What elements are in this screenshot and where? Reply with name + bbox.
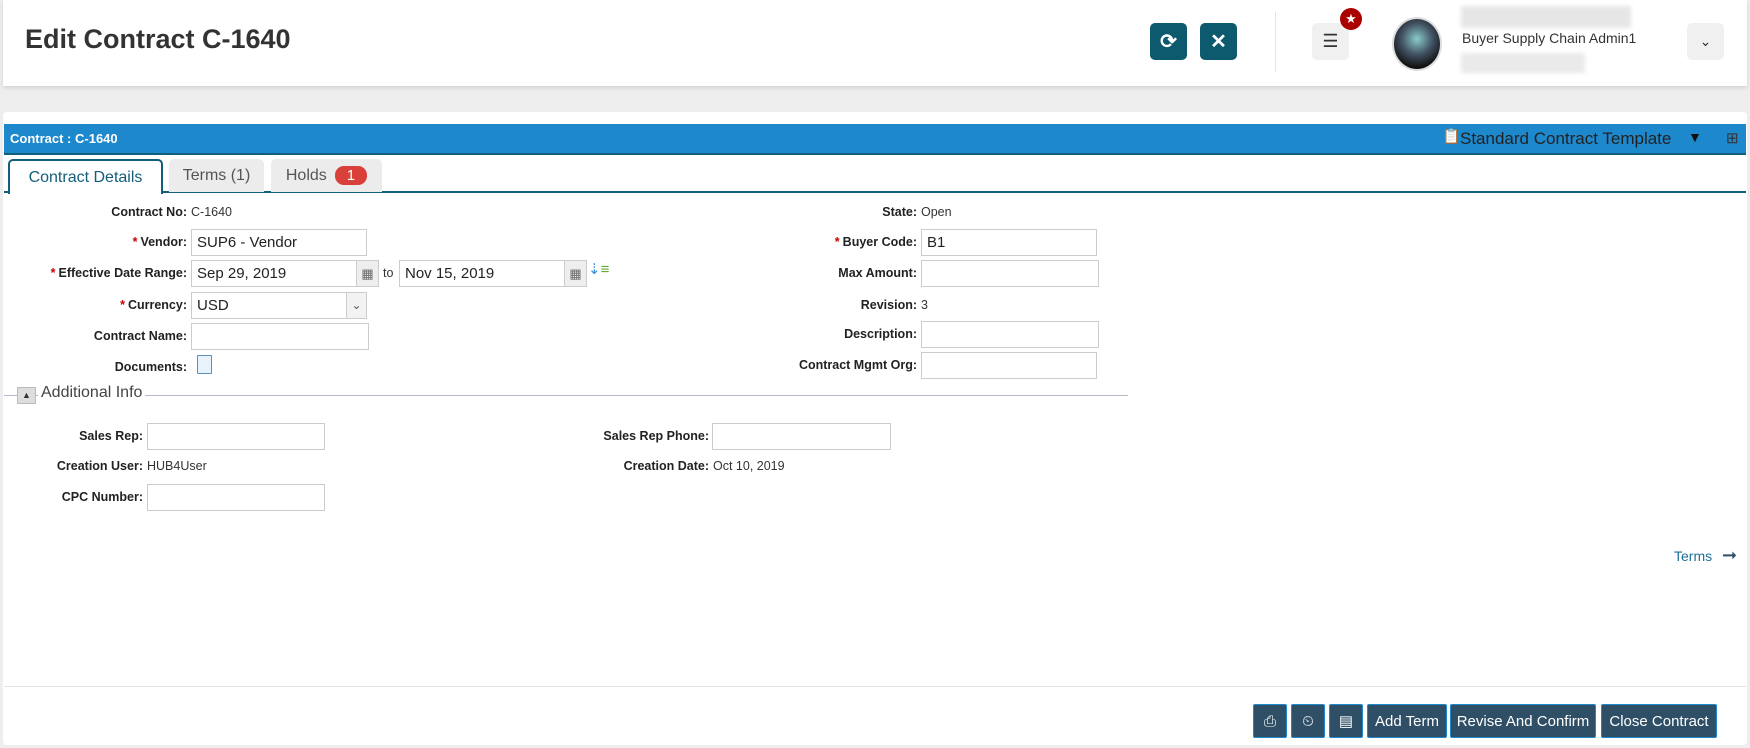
effective-date-label: * Effective Date Range: bbox=[50, 266, 187, 280]
max-amount-input[interactable] bbox=[921, 260, 1099, 287]
hierarchy-icon[interactable]: ⊞ bbox=[1726, 129, 1739, 147]
currency-select[interactable]: USD ⌄ bbox=[191, 292, 367, 319]
archive-icon: ▤ bbox=[1338, 713, 1354, 730]
tab-contract-details[interactable]: Contract Details bbox=[8, 159, 163, 194]
arrow-right-icon: ➞ bbox=[1722, 545, 1738, 565]
tab-underline bbox=[4, 191, 1746, 193]
collapse-toggle-icon[interactable]: ▲ bbox=[17, 387, 36, 404]
template-selector[interactable]: Standard Contract Template bbox=[1460, 129, 1671, 149]
refresh-icon: ⟳ bbox=[1160, 31, 1177, 53]
refresh-button[interactable]: ⟳ bbox=[1150, 23, 1187, 60]
contract-name-label: Contract Name: bbox=[93, 329, 187, 343]
chevron-down-icon: ⌄ bbox=[1699, 33, 1712, 49]
contract-no-label: Contract No: bbox=[111, 205, 187, 219]
start-date-input[interactable]: Sep 29, 2019 bbox=[191, 260, 357, 287]
document-attachment-icon[interactable] bbox=[197, 355, 212, 374]
user-menu-dropdown[interactable]: ⌄ bbox=[1687, 23, 1724, 60]
print-button[interactable]: ⎙ bbox=[1253, 704, 1287, 738]
description-input[interactable] bbox=[921, 321, 1099, 348]
buyer-code-label: * Buyer Code: bbox=[834, 235, 917, 249]
cpc-number-label: CPC Number: bbox=[61, 490, 143, 504]
mgmt-org-input[interactable] bbox=[921, 352, 1097, 379]
documents-label: Documents: bbox=[114, 360, 187, 374]
creation-date-label: Creation Date: bbox=[623, 459, 709, 473]
creation-date-value: Oct 10, 2019 bbox=[713, 459, 785, 473]
print-icon: ⎙ bbox=[1263, 712, 1276, 730]
section-divider bbox=[4, 395, 1128, 396]
tab-terms[interactable]: Terms (1) bbox=[169, 159, 264, 192]
vendor-input[interactable]: SUP6 - Vendor bbox=[191, 229, 367, 256]
history-icon: ⏲ bbox=[1302, 712, 1314, 730]
add-term-button[interactable]: Add Term bbox=[1367, 704, 1447, 738]
creation-user-value: HUB4User bbox=[147, 459, 207, 473]
mgmt-org-label: Contract Mgmt Org: bbox=[798, 358, 917, 372]
revision-label: Revision: bbox=[860, 298, 917, 312]
end-date-input[interactable]: Nov 15, 2019 bbox=[399, 260, 565, 287]
panel-title: Contract : C-1640 bbox=[10, 131, 118, 146]
caret-down-icon[interactable]: ▼ bbox=[1688, 129, 1702, 145]
blurred-user-name bbox=[1461, 6, 1631, 28]
creation-user-label: Creation User: bbox=[56, 459, 143, 473]
sales-rep-label: Sales Rep: bbox=[79, 429, 143, 443]
close-button[interactable]: ✕ bbox=[1200, 23, 1237, 60]
cpc-number-input[interactable] bbox=[147, 484, 325, 511]
avatar bbox=[1392, 17, 1442, 71]
sort-filter-icon[interactable]: ⇣≡ bbox=[588, 260, 609, 278]
archive-button[interactable]: ▤ bbox=[1329, 704, 1363, 738]
sales-rep-phone-input[interactable] bbox=[712, 423, 891, 450]
favorites-star-icon[interactable]: ★ bbox=[1340, 8, 1362, 30]
buyer-code-input[interactable]: B1 bbox=[921, 229, 1097, 256]
revise-and-confirm-button[interactable]: Revise And Confirm bbox=[1450, 704, 1596, 738]
terms-link[interactable]: Terms ➞ bbox=[1674, 545, 1737, 566]
holds-count-badge: 1 bbox=[334, 166, 368, 185]
state-value: Open bbox=[921, 205, 952, 219]
tab-label: Terms (1) bbox=[182, 166, 251, 184]
calendar-icon[interactable]: ▦ bbox=[357, 260, 379, 287]
currency-label: * Currency: bbox=[120, 298, 187, 312]
calendar-icon[interactable]: ▦ bbox=[565, 260, 587, 287]
state-label: State: bbox=[882, 205, 917, 219]
history-button[interactable]: ⏲ bbox=[1291, 704, 1325, 738]
to-label: to bbox=[383, 266, 394, 280]
additional-info-title: Additional Info bbox=[38, 384, 146, 402]
blurred-user-org bbox=[1461, 53, 1585, 73]
template-icon: 📋 bbox=[1442, 128, 1461, 145]
close-icon: ✕ bbox=[1210, 31, 1227, 53]
menu-button[interactable]: ☰ bbox=[1312, 23, 1349, 60]
panel-header: Contract : C-1640 📋 Standard Contract Te… bbox=[4, 124, 1746, 155]
max-amount-label: Max Amount: bbox=[838, 266, 917, 280]
divider bbox=[1275, 12, 1276, 72]
contract-no-value: C-1640 bbox=[191, 205, 232, 219]
close-contract-button[interactable]: Close Contract bbox=[1601, 704, 1717, 738]
tab-label: Contract Details bbox=[28, 168, 143, 186]
page-title: Edit Contract C-1640 bbox=[25, 24, 291, 54]
sales-rep-input[interactable] bbox=[147, 423, 325, 450]
menu-icon: ☰ bbox=[1322, 31, 1339, 51]
user-role: Buyer Supply Chain Admin1 bbox=[1462, 30, 1637, 46]
footer-divider bbox=[4, 686, 1746, 687]
tab-label: Holds bbox=[285, 166, 327, 184]
sales-rep-phone-label: Sales Rep Phone: bbox=[603, 429, 709, 443]
tab-holds[interactable]: Holds 1 bbox=[271, 159, 382, 192]
chevron-down-icon: ⌄ bbox=[346, 293, 366, 318]
description-label: Description: bbox=[844, 327, 917, 341]
contract-name-input[interactable] bbox=[191, 323, 369, 350]
revision-value: 3 bbox=[921, 298, 928, 312]
vendor-label: * Vendor: bbox=[132, 235, 187, 249]
